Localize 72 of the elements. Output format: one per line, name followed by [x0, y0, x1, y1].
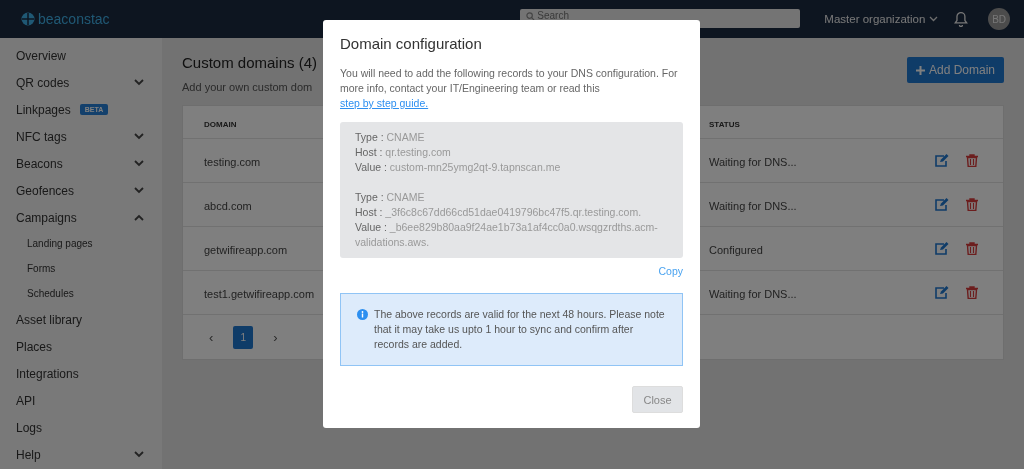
nav-label: NFC tags: [16, 129, 67, 144]
dialog-intro: You will need to add the following records to your DNS configuration. For more info, contact your IT/Engineering team or read this step by step guide.: [340, 66, 679, 111]
record-line: Host : qr.testing.com: [355, 145, 452, 160]
record-line: Type : CNAME: [355, 130, 426, 145]
table-cell: abcd.com: [204, 199, 252, 212]
column-header: DOMAIN: [204, 120, 237, 129]
sidebar-item[interactable]: Help: [0, 441, 162, 468]
edit-icon[interactable]: [934, 154, 949, 167]
page-title: Custom domains (4): [182, 54, 318, 71]
nav-label: Places: [16, 339, 53, 354]
sidebar-subitem[interactable]: Forms: [0, 256, 162, 281]
edit-icon[interactable]: [934, 242, 949, 255]
table-cell: Waiting for DNS...: [709, 287, 797, 300]
sidebar-subitem[interactable]: Schedules: [0, 281, 162, 306]
chevron-down-icon: [929, 16, 939, 22]
bell-icon[interactable]: [954, 11, 969, 27]
plus-icon: [915, 65, 925, 75]
edit-icon[interactable]: [934, 286, 949, 299]
record-line: Type : CNAME: [355, 190, 426, 205]
sidebar-item[interactable]: Campaigns: [0, 204, 162, 231]
trash-icon[interactable]: [966, 154, 978, 167]
copy-link[interactable]: Copy: [658, 265, 683, 277]
table-cell: testing.com: [204, 155, 261, 168]
table-cell: Waiting for DNS...: [709, 155, 797, 168]
table-cell: Waiting for DNS...: [709, 199, 797, 212]
organization-dropdown[interactable]: Master organization: [824, 13, 939, 25]
record-line: Host : _3f6c8c67dd66cd51dae0419796bc47f5.qr.testing.com.: [355, 205, 643, 220]
sidebar-item[interactable]: Beacons: [0, 150, 162, 177]
column-header: STATUS: [709, 120, 740, 129]
nav-label: Asset library: [16, 312, 83, 327]
guide-link[interactable]: step by step guide.: [340, 97, 429, 109]
trash-icon[interactable]: [966, 198, 978, 211]
sidebar-item[interactable]: Integrations: [0, 360, 162, 387]
table-cell: getwifireapp.com: [204, 243, 288, 256]
nav-label: QR codes: [16, 75, 70, 90]
table-cell: Configured: [709, 243, 763, 256]
sidebar-item[interactable]: Overview: [0, 42, 162, 69]
notice-text: The above records are valid for the next 48 hours. Please note that it may take us upto 1 hour to sync and confirm after records are added.: [374, 307, 666, 352]
edit-icon[interactable]: [934, 198, 949, 211]
nav-label: API: [16, 393, 36, 408]
page-subtitle: Add your own custom dom: [182, 81, 314, 93]
nav-label: Campaigns: [16, 210, 77, 225]
trash-icon[interactable]: [966, 242, 978, 255]
table-cell: test1.getwifireapp.com: [204, 287, 315, 300]
record-line: Value : custom-mn25ymg2qt-9.tapnscan.me: [355, 160, 562, 175]
sidebar-item[interactable]: Asset library: [0, 306, 162, 333]
nav-label: Overview: [16, 48, 66, 63]
sidebar-subitem[interactable]: Landing pages: [0, 231, 162, 256]
logo-icon: [21, 12, 35, 26]
nav-label: Help: [16, 447, 41, 462]
info-icon: [357, 309, 368, 320]
sidebar-item[interactable]: QR codes: [0, 69, 162, 96]
dialog-title: Domain configuration: [340, 35, 483, 52]
nav-label: Linkpages: [16, 102, 71, 117]
page-number[interactable]: 1: [233, 325, 254, 349]
sidebar-item[interactable]: Geofences: [0, 177, 162, 204]
sidebar-item[interactable]: API: [0, 387, 162, 414]
record-line: Value : _b6ee829b80aa9f24ae1b73a1af4cc0a0.wsqgzrdths.acm-validations.aws.: [355, 220, 659, 250]
nav-label: Geofences: [16, 183, 75, 198]
nav-label: Logs: [16, 420, 43, 435]
search-icon: [526, 12, 536, 21]
logo-text: beaconstac: [38, 11, 110, 27]
nav-label: Beacons: [16, 156, 63, 171]
close-button[interactable]: Close: [632, 386, 683, 413]
add-domain-button[interactable]: Add Domain: [907, 57, 1004, 83]
sidebar-item[interactable]: NFC tags: [0, 123, 162, 150]
sidebar-item[interactable]: Logs: [0, 414, 162, 441]
trash-icon[interactable]: [966, 286, 978, 299]
previous-page[interactable]: ‹: [209, 329, 214, 345]
next-page[interactable]: ›: [273, 329, 278, 345]
nav-label: Integrations: [16, 366, 79, 381]
sidebar-item[interactable]: Places: [0, 333, 162, 360]
